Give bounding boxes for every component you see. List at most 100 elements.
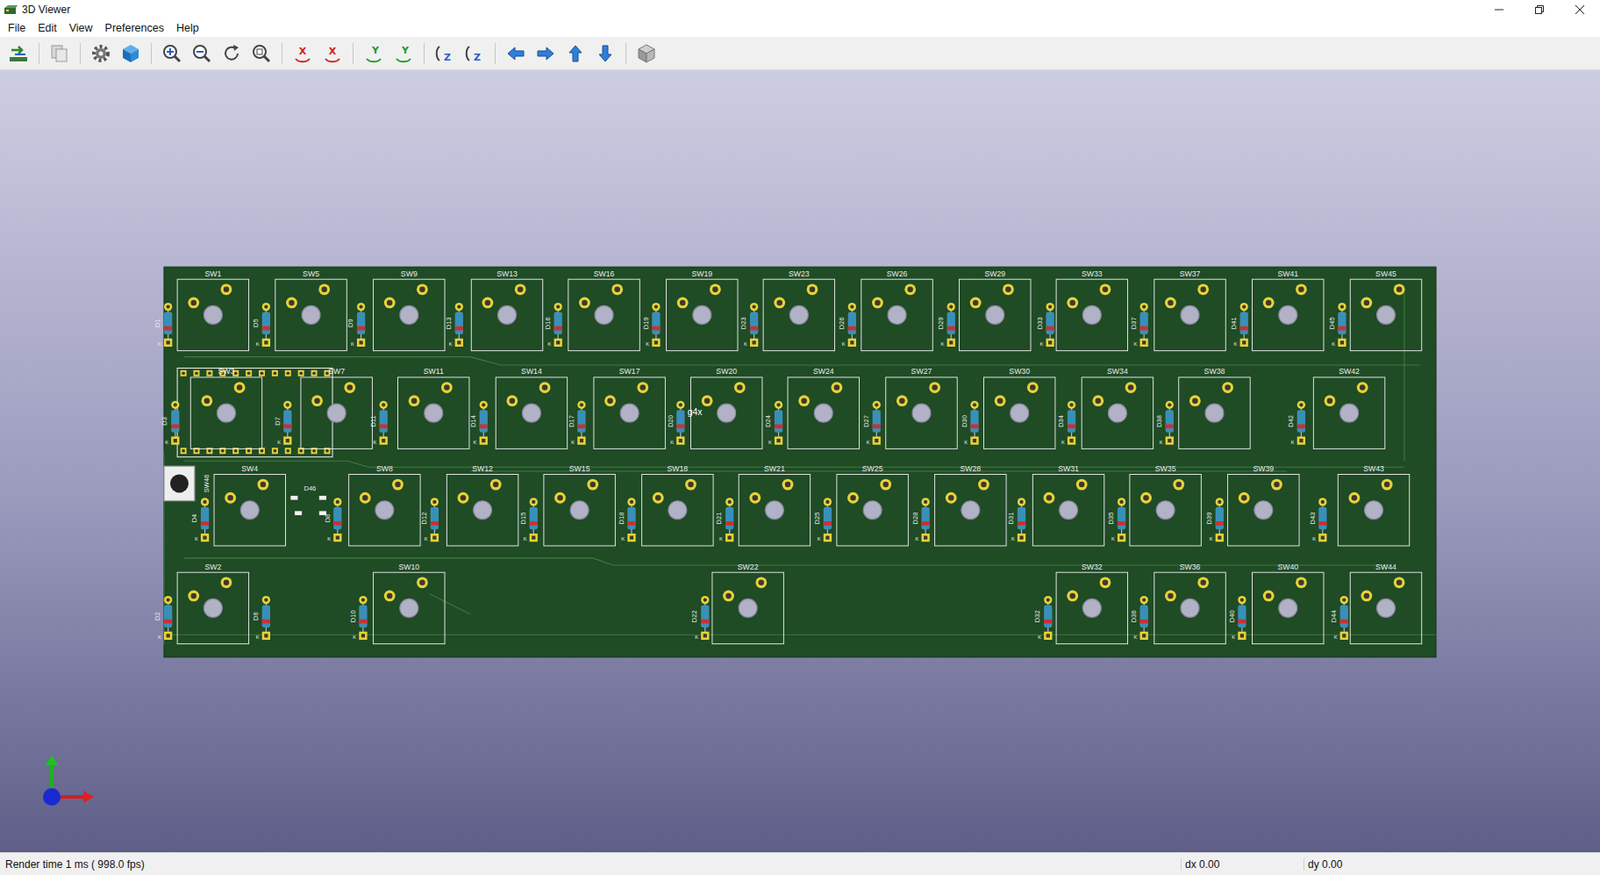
menu-item[interactable]: View — [63, 20, 100, 36]
rotate-x-button[interactable]: X — [319, 40, 346, 67]
key-switch[interactable]: SW3 — [190, 366, 262, 449]
diode[interactable]: D39K — [1205, 497, 1224, 542]
menu-item[interactable]: File — [1, 20, 32, 36]
diode[interactable]: D27K — [862, 400, 881, 445]
key-switch[interactable]: SW17 — [593, 366, 665, 449]
diode[interactable]: D25K — [813, 497, 832, 542]
diode[interactable]: D45K — [1328, 302, 1347, 347]
key-switch[interactable]: SW30 — [983, 366, 1055, 449]
key-switch[interactable]: SW7 — [300, 366, 372, 449]
diode[interactable]: D37K — [1129, 302, 1149, 347]
key-switch[interactable]: SW28 — [935, 464, 1007, 546]
diode[interactable]: D41K — [1229, 302, 1249, 347]
zoom-out-button[interactable] — [188, 40, 215, 67]
rotate-x-button[interactable]: X — [289, 40, 316, 67]
redraw-button[interactable] — [218, 40, 245, 67]
key-switch[interactable]: SW13 — [471, 269, 543, 351]
key-switch[interactable]: SW11 — [397, 366, 469, 449]
rotate-z-button[interactable]: Z — [461, 40, 488, 67]
diode[interactable]: D3K — [160, 400, 179, 445]
diode[interactable]: D28K — [911, 497, 930, 542]
menu-item[interactable]: Edit — [31, 20, 64, 36]
key-switch[interactable]: SW22 — [712, 562, 784, 644]
diode[interactable]: D21K — [714, 497, 734, 542]
key-switch[interactable]: SW32 — [1056, 562, 1128, 644]
diode[interactable]: D1K — [153, 302, 172, 347]
key-switch[interactable]: SW10 — [373, 562, 445, 644]
key-switch[interactable]: SW9 — [373, 269, 445, 351]
diode[interactable]: D7K — [273, 400, 293, 445]
key-switch[interactable]: SW31 — [1032, 464, 1104, 546]
key-switch[interactable]: SW21 — [738, 464, 810, 546]
reload-board-button[interactable] — [5, 40, 32, 67]
key-switch[interactable]: SW41 — [1252, 269, 1324, 351]
diode[interactable]: D40K — [1228, 595, 1247, 640]
key-switch[interactable]: SW34 — [1081, 366, 1153, 449]
pcb-board[interactable]: SW1SW5SW9SW13SW16SW19SW23SW26SW29SW33SW3… — [164, 266, 1436, 658]
menu-item[interactable]: Help — [170, 20, 206, 36]
diode[interactable]: D26K — [837, 302, 857, 347]
key-switch[interactable]: SW14 — [495, 366, 567, 449]
diode[interactable]: D36K — [1129, 595, 1149, 640]
key-switch[interactable]: SW26 — [861, 269, 933, 351]
diode[interactable]: D8K — [323, 497, 343, 542]
diode[interactable]: D33K — [1035, 302, 1055, 347]
key-switch[interactable]: SW44 — [1350, 562, 1422, 644]
diode[interactable]: D4K — [190, 497, 209, 542]
diode[interactable]: D14K — [469, 400, 488, 445]
reset-switch[interactable]: SW46 — [164, 465, 211, 501]
key-switch[interactable]: SW24 — [787, 366, 859, 449]
key-switch[interactable]: SW18 — [642, 464, 714, 546]
diode[interactable]: D12K — [420, 497, 439, 542]
key-switch[interactable]: SW35 — [1129, 464, 1201, 546]
diode[interactable]: D24K — [764, 400, 783, 445]
key-switch[interactable]: SW27 — [885, 366, 958, 449]
menu-item[interactable]: Preferences — [99, 20, 171, 36]
diode[interactable]: D34K — [1057, 400, 1076, 445]
key-switch[interactable]: SW40 — [1252, 562, 1324, 644]
diode[interactable]: D20K — [666, 400, 686, 445]
render-mode-button[interactable] — [117, 40, 144, 67]
copy-image-button[interactable] — [46, 40, 73, 67]
key-switch[interactable]: SW43 — [1337, 464, 1409, 546]
diode[interactable]: D5K — [251, 302, 271, 347]
key-switch[interactable]: SW25 — [836, 464, 908, 546]
minimize-button[interactable] — [1478, 0, 1520, 20]
orthographic-button[interactable] — [633, 40, 660, 67]
zoom-in-button[interactable] — [158, 40, 186, 67]
diode[interactable]: D35K — [1107, 497, 1126, 542]
settings-button[interactable] — [87, 40, 115, 67]
diode[interactable]: D32K — [1033, 595, 1052, 640]
diode[interactable]: D9K — [346, 302, 365, 347]
diode[interactable]: D15K — [519, 497, 538, 542]
diode[interactable]: D13K — [444, 302, 464, 347]
key-switch[interactable]: SW36 — [1154, 562, 1226, 644]
key-switch[interactable]: SW16 — [568, 269, 640, 351]
diode[interactable]: D22K — [690, 595, 709, 640]
diode[interactable]: D43K — [1308, 497, 1328, 542]
key-switch[interactable]: SW42 — [1313, 366, 1385, 449]
close-button[interactable] — [1559, 0, 1600, 20]
diode[interactable]: D19K — [642, 302, 661, 347]
restore-button[interactable] — [1519, 0, 1560, 20]
key-switch[interactable]: SW29 — [959, 269, 1031, 351]
diode[interactable]: D18K — [617, 497, 636, 542]
key-switch[interactable]: SW45 — [1350, 269, 1422, 351]
3d-canvas[interactable]: SW1SW5SW9SW13SW16SW19SW23SW26SW29SW33SW3… — [0, 70, 1600, 852]
diode[interactable]: D6K — [251, 595, 271, 640]
rotate-z-button[interactable]: Z — [431, 40, 458, 67]
diode[interactable]: D44K — [1329, 595, 1349, 640]
move-right-button[interactable] — [532, 40, 559, 67]
key-switch[interactable]: SW8 — [349, 464, 421, 546]
key-switch[interactable]: SW37 — [1154, 269, 1226, 351]
diode[interactable]: D29K — [936, 302, 956, 347]
diode[interactable]: D17K — [567, 400, 586, 445]
rotate-y-button[interactable]: Y — [360, 40, 387, 67]
key-switch[interactable]: SW5 — [275, 269, 347, 351]
key-switch[interactable]: SW23 — [763, 269, 835, 351]
key-switch[interactable]: SW15 — [543, 464, 615, 546]
key-switch[interactable]: SW38 — [1178, 366, 1250, 449]
key-switch[interactable]: SW39 — [1228, 464, 1300, 546]
diode[interactable]: D31K — [1007, 497, 1026, 542]
move-up-button[interactable] — [562, 40, 589, 67]
